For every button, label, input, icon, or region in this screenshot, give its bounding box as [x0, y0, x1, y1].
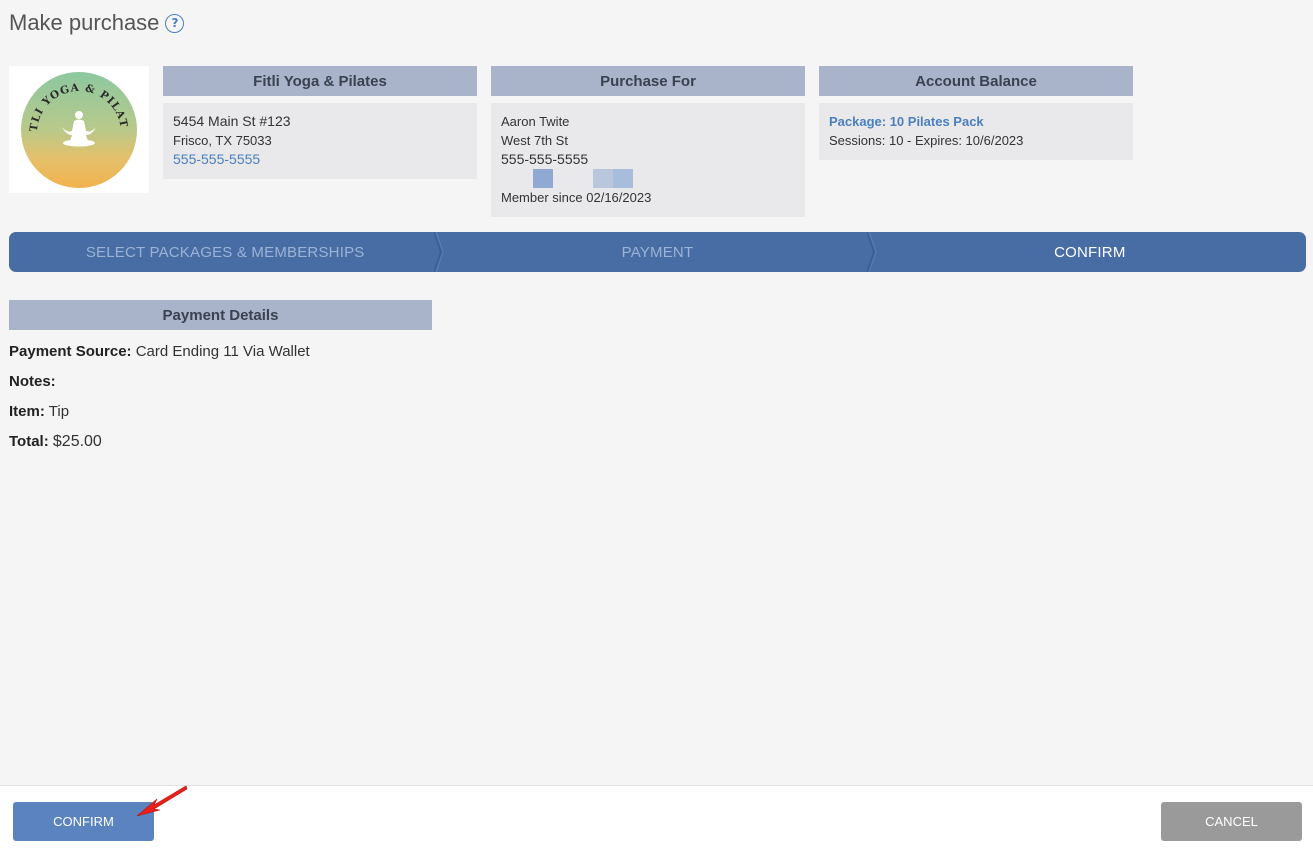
confirm-button[interactable]: CONFIRM — [13, 802, 154, 841]
tag-swatch — [593, 169, 613, 188]
account-balance-body: Package: 10 Pilates Pack Sessions: 10 - … — [819, 103, 1133, 160]
package-link[interactable]: Package: 10 Pilates Pack — [829, 112, 1123, 131]
step-label: SELECT PACKAGES & MEMBERSHIPS — [85, 243, 365, 261]
payment-source-line: Payment Source: Card Ending 11 Via Walle… — [9, 343, 310, 360]
question-circle-icon[interactable]: ? — [165, 13, 185, 33]
payment-source-label: Payment Source: — [9, 343, 132, 360]
studio-card: Fitli Yoga & Pilates 5454 Main St #123 F… — [163, 66, 477, 179]
customer-phone: 555-555-5555 — [501, 151, 589, 167]
package-sessions: Sessions: 10 - Expires: 10/6/2023 — [829, 133, 1024, 148]
notes-label: Notes: — [9, 373, 56, 390]
total-line: Total: $25.00 — [9, 433, 102, 451]
item-line: Item: Tip — [9, 403, 69, 420]
step-confirm[interactable]: CONFIRM — [866, 232, 1306, 272]
page-header: Make purchase ? — [9, 10, 185, 36]
step-payment[interactable]: PAYMENT — [434, 232, 873, 272]
member-since: Member since 02/16/2023 — [501, 190, 652, 205]
studio-card-title: Fitli Yoga & Pilates — [163, 66, 477, 96]
customer-tags — [501, 169, 795, 188]
step-chevron-icon — [866, 232, 877, 272]
account-balance-card: Account Balance Package: 10 Pilates Pack… — [819, 66, 1133, 160]
page-title: Make purchase — [9, 10, 160, 35]
step-chevron-icon — [434, 232, 444, 272]
customer-street: West 7th St — [501, 133, 568, 148]
cancel-button[interactable]: CANCEL — [1161, 802, 1302, 841]
total-value: $25.00 — [52, 433, 102, 450]
studio-address-line1: 5454 Main St #123 — [173, 113, 291, 129]
studio-logo: FITLI YOGA & PILATES — [9, 66, 149, 193]
purchase-stepper: SELECT PACKAGES & MEMBERSHIPS PAYMENT CO… — [9, 232, 1306, 272]
notes-line: Notes: — [9, 373, 56, 390]
item-value: Tip — [48, 403, 70, 420]
studio-card-body: 5454 Main St #123 Frisco, TX 75033 555-5… — [163, 103, 477, 179]
account-balance-title: Account Balance — [819, 66, 1133, 96]
purchase-for-title: Purchase For — [491, 66, 805, 96]
tag-swatch — [613, 169, 633, 188]
studio-address-line2: Frisco, TX 75033 — [173, 133, 272, 148]
footer-bar: CONFIRM CANCEL — [0, 785, 1313, 852]
customer-name: Aaron Twite — [501, 114, 570, 129]
purchase-for-body: Aaron Twite West 7th St 555-555-5555 Mem… — [491, 103, 805, 217]
tag-swatch — [533, 169, 553, 188]
red-arrow-annotation-icon — [136, 785, 188, 817]
payment-details-title: Payment Details — [9, 300, 432, 330]
studio-logo-image: FITLI YOGA & PILATES — [20, 71, 137, 188]
step-label: CONFIRM — [1054, 243, 1126, 261]
item-label: Item: — [9, 403, 45, 420]
step-label: PAYMENT — [621, 243, 694, 261]
step-select-packages[interactable]: SELECT PACKAGES & MEMBERSHIPS — [9, 232, 441, 272]
purchase-for-card: Purchase For Aaron Twite West 7th St 555… — [491, 66, 805, 217]
total-label: Total: — [9, 433, 49, 450]
payment-source-value: Card Ending 11 Via Wallet — [135, 343, 310, 360]
studio-phone-link[interactable]: 555-555-5555 — [173, 150, 467, 169]
